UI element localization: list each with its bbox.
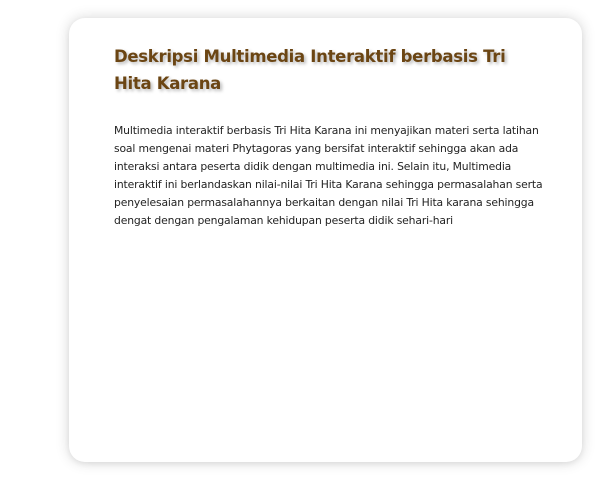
description-card: Deskripsi Multimedia Interaktif berbasis… [69, 18, 582, 462]
page: Deskripsi Multimedia Interaktif berbasis… [0, 0, 600, 480]
card-title: Deskripsi Multimedia Interaktif berbasis… [114, 47, 506, 93]
card-description: Multimedia interaktif berbasis Tri Hita … [114, 124, 543, 227]
